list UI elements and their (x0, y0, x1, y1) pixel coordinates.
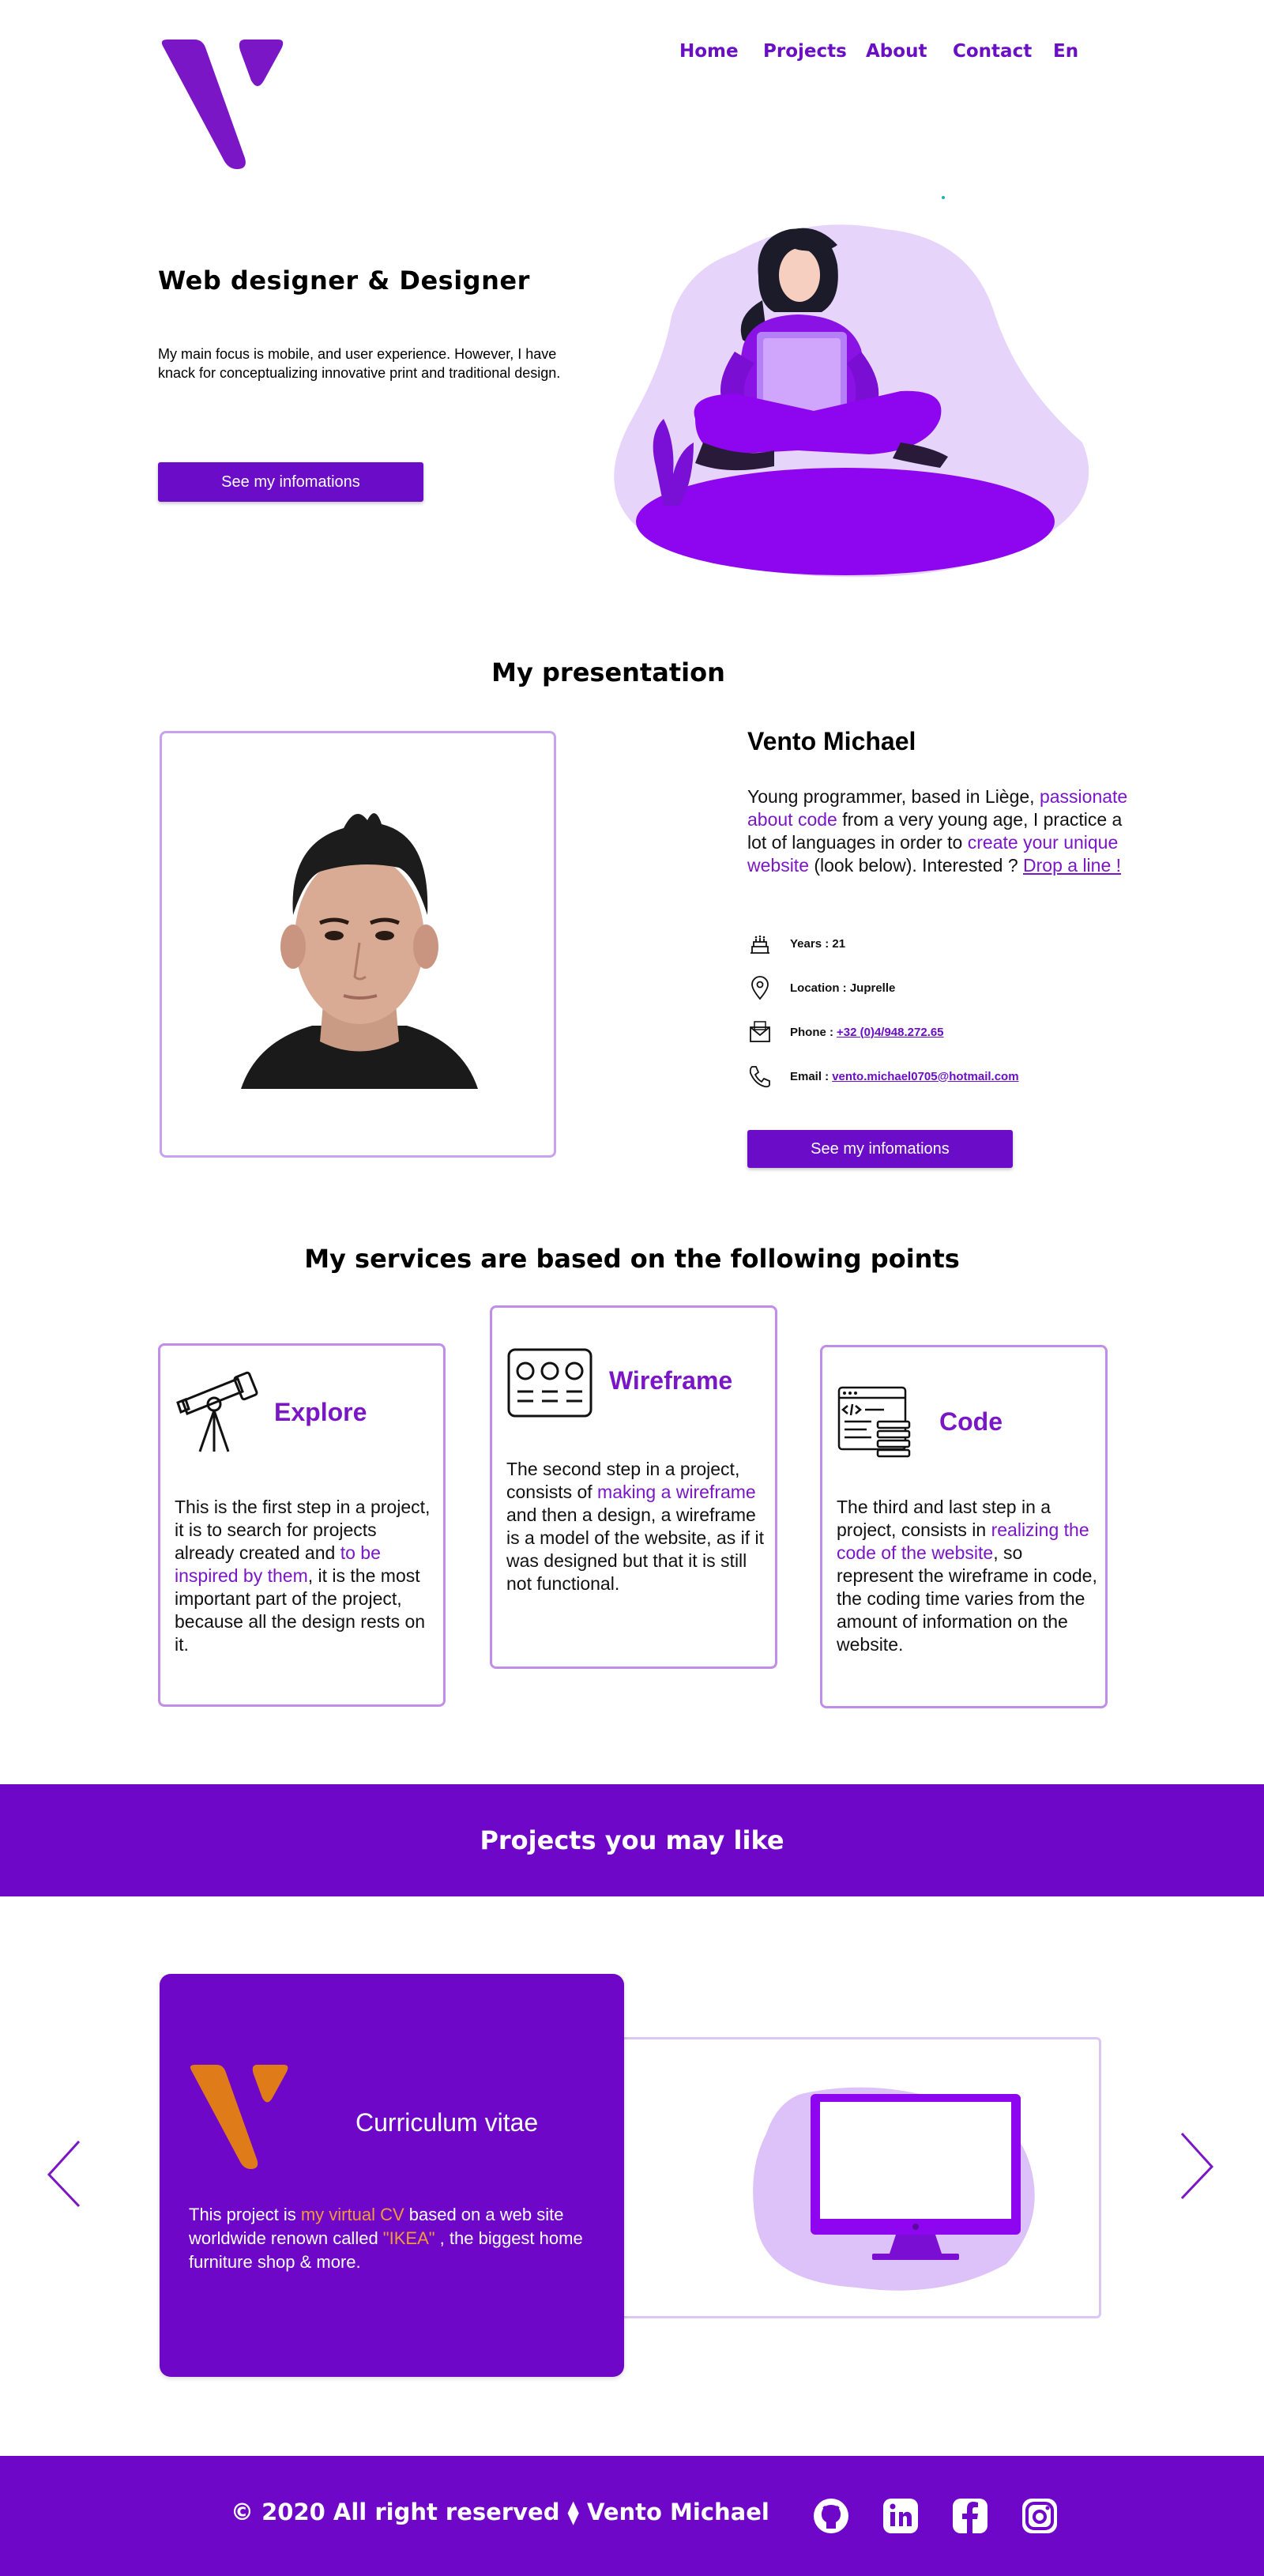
presentation-info-button[interactable]: See my infomations (747, 1130, 1013, 1168)
brand-logo[interactable] (160, 40, 286, 169)
service-code-title: Code (939, 1407, 1003, 1436)
carousel-prev-arrow[interactable] (44, 2138, 84, 2209)
code-icon (837, 1386, 911, 1458)
birthday-cake-icon (750, 935, 769, 954)
hero-text: My main focus is mobile, and user experi… (158, 346, 561, 381)
profile-name: Vento Michael (747, 727, 916, 755)
wireframe-icon (507, 1348, 592, 1418)
nav-language[interactable]: En (1053, 41, 1078, 73)
instagram-icon[interactable] (1021, 2497, 1059, 2535)
service-wireframe-title: Wireframe (609, 1366, 733, 1395)
profile-bio: Young programmer, based in Liège, passio… (747, 786, 1128, 876)
phone-link[interactable]: +32 (0)4/948.272.65 (837, 1026, 944, 1039)
hero-info-button[interactable]: See my infomations (158, 462, 423, 502)
service-card-explore: Explore This is the first step in a proj… (158, 1343, 446, 1707)
monitor-illustration (753, 2087, 1035, 2291)
info-location: Location : Juprelle (747, 972, 895, 1004)
service-card-code: Code The third and last step in a projec… (820, 1345, 1108, 1708)
location-pin-icon (751, 976, 769, 1000)
service-explore-text: This is the first step in a project, it … (175, 1497, 431, 1655)
project-title: Curriculum vitae (356, 2108, 539, 2137)
project-card[interactable]: Curriculum vitae This project is my virt… (160, 1974, 624, 2377)
profile-photo-frame (160, 731, 556, 1158)
carousel-next-arrow[interactable] (1177, 2130, 1217, 2201)
projects-banner: Projects you may like (0, 1784, 1264, 1896)
contact-link[interactable]: Drop a line ! (1023, 855, 1121, 876)
mail-icon (750, 1021, 770, 1042)
nav-projects[interactable]: Projects (763, 41, 847, 73)
hero-illustration (614, 196, 1089, 578)
service-code-text: The third and last step in a project, co… (837, 1497, 1097, 1655)
info-email: Email : vento.michael0705@hotmail.com (747, 1060, 1019, 1092)
nav-home[interactable]: Home (679, 41, 739, 73)
service-wireframe-text: The second step in a project, consists o… (506, 1459, 764, 1594)
presentation-title: My presentation (491, 657, 725, 687)
footer-copyright: © 2020 All right reserved ⧫ Vento Michae… (231, 2499, 769, 2525)
service-card-wireframe: Wireframe The second step in a project, … (490, 1305, 777, 1669)
project-logo (190, 2065, 288, 2169)
linkedin-icon[interactable] (882, 2497, 920, 2535)
project-description: This project is my virtual CV based on a… (189, 2205, 583, 2272)
service-explore-title: Explore (274, 1398, 367, 1426)
info-years: Years : 21 (747, 928, 845, 959)
nav-about[interactable]: About (866, 41, 927, 73)
nav-contact[interactable]: Contact (953, 41, 1032, 73)
github-icon[interactable] (812, 2497, 850, 2535)
profile-photo (241, 813, 478, 1089)
info-phone: Phone : +32 (0)4/948.272.65 (747, 1016, 944, 1048)
footer: © 2020 All right reserved ⧫ Vento Michae… (0, 2456, 1264, 2576)
hero-title: Web designer & Designer (158, 266, 530, 296)
email-link[interactable]: vento.michael0705@hotmail.com (832, 1070, 1018, 1083)
services-title: My services are based on the following p… (304, 1244, 960, 1274)
telescope-icon (176, 1371, 258, 1452)
phone-icon (749, 1066, 770, 1088)
facebook-icon[interactable] (951, 2497, 989, 2535)
